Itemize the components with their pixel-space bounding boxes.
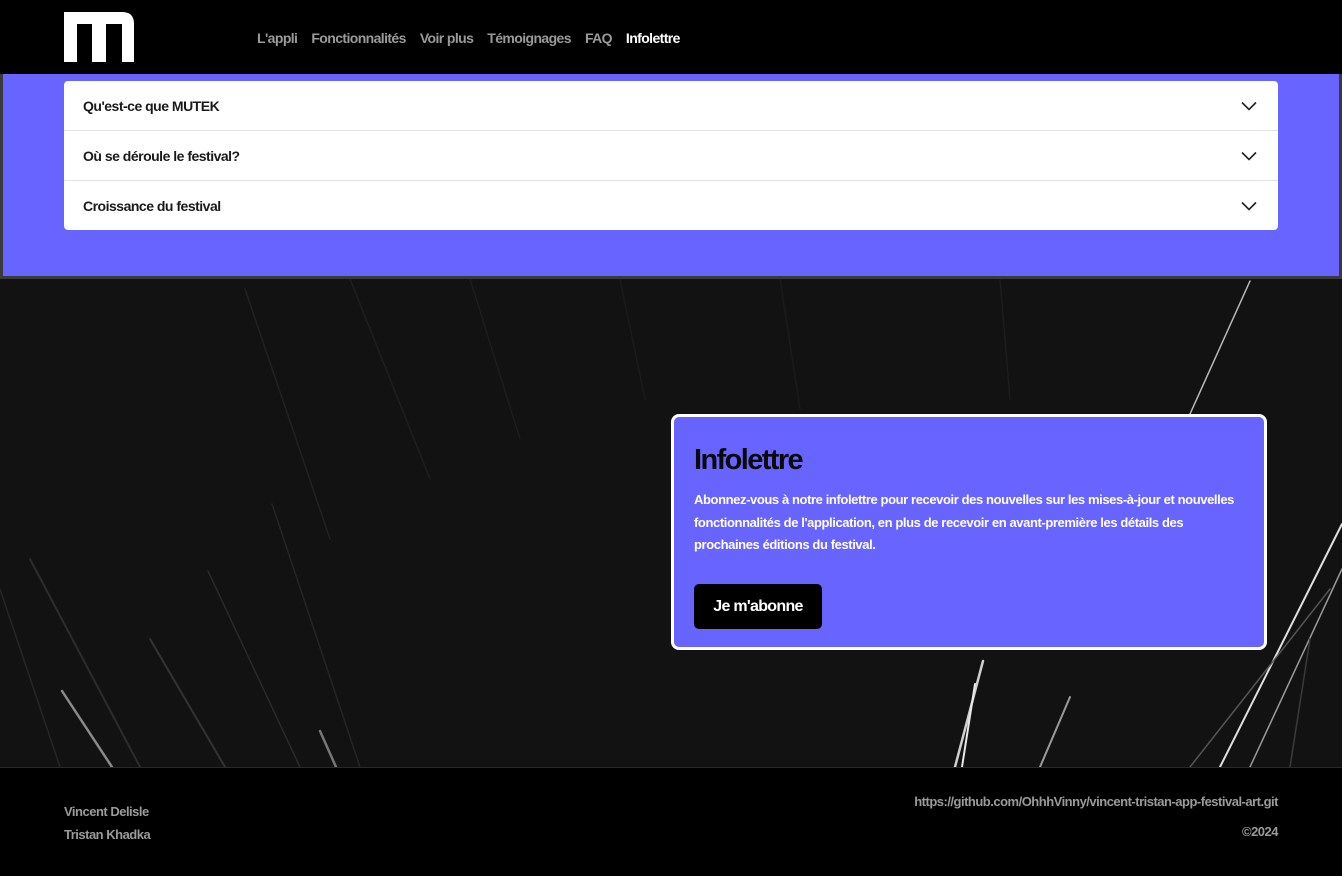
nav-link-appli[interactable]: L'appli (257, 30, 298, 46)
footer-author: Tristan Khadka (64, 827, 151, 842)
faq-question: Croissance du festival (83, 197, 221, 214)
footer-authors: Vincent Delisle Tristan Khadka (64, 800, 151, 846)
footer-author: Vincent Delisle (64, 804, 149, 819)
faq-item-croissance[interactable]: Croissance du festival (64, 181, 1278, 230)
site-header: L'appli Fonctionnalités Voir plus Témoig… (0, 0, 1342, 74)
faq-accordion: Qu'est-ce que MUTEK Où se déroule le fes… (64, 81, 1278, 230)
mutek-logo-icon[interactable] (64, 12, 134, 62)
faq-item-lieu[interactable]: Où se déroule le festival? (64, 131, 1278, 181)
newsletter-title: Infolettre (694, 444, 804, 476)
nav-link-voir-plus[interactable]: Voir plus (420, 30, 474, 46)
github-repo-link[interactable]: https://github.com/OhhhVinny/vincent-tri… (914, 792, 1278, 812)
subscribe-button[interactable]: Je m'abonne (694, 584, 822, 629)
faq-question: Qu'est-ce que MUTEK (83, 97, 220, 114)
nav-link-infolettre[interactable]: Infolettre (626, 30, 680, 46)
main-nav: L'appli Fonctionnalités Voir plus Témoig… (257, 28, 694, 48)
footer-meta: https://github.com/OhhhVinny/vincent-tri… (914, 792, 1278, 842)
newsletter-description: Abonnez-vous à notre infolettre pour rec… (694, 492, 1235, 552)
newsletter-card: Infolettre Abonnez-vous à notre infolett… (671, 414, 1267, 650)
nav-link-fonctionnalites[interactable]: Fonctionnalités (311, 30, 406, 46)
chevron-down-icon[interactable] (1240, 197, 1258, 215)
site-footer: Vincent Delisle Tristan Khadka https://g… (0, 767, 1342, 876)
faq-question: Où se déroule le festival? (83, 147, 240, 164)
nav-link-temoignages[interactable]: Témoignages (487, 30, 571, 46)
chevron-down-icon[interactable] (1240, 97, 1258, 115)
chevron-down-icon[interactable] (1240, 147, 1258, 165)
faq-item-mutek[interactable]: Qu'est-ce que MUTEK (64, 81, 1278, 131)
nav-link-faq[interactable]: FAQ (585, 30, 613, 46)
copyright: ©2024 (1242, 824, 1278, 839)
